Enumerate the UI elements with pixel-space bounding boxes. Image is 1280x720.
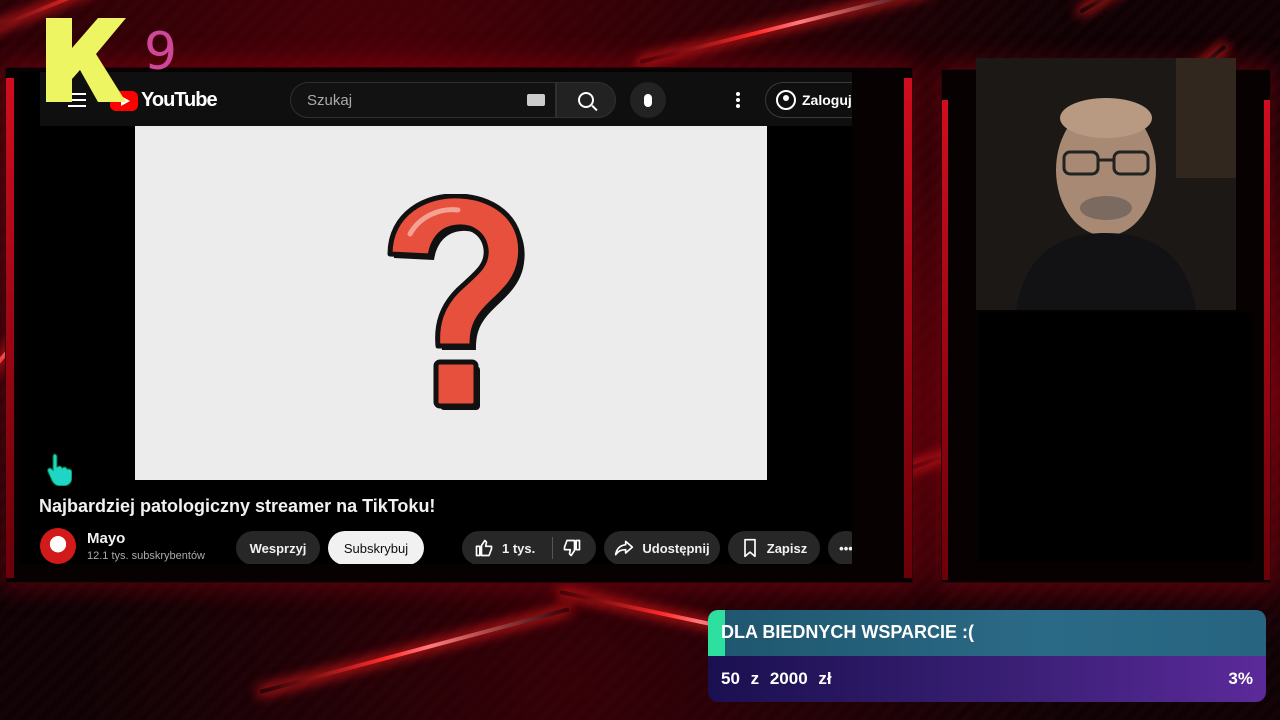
k9-logo-number: 9 [144,22,178,82]
search-box [290,82,556,118]
donation-amount: 50 z 2000 zł [721,669,832,688]
red-light-streak [259,607,570,694]
subscribe-button[interactable]: Subskrybuj [328,531,424,564]
frame-edge [942,100,948,580]
search-icon [578,92,594,108]
donation-goal-title: DLA BIEDNYCH WSPARCIE :( [721,622,974,642]
support-button[interactable]: Wesprzyj [236,531,320,564]
microphone-icon [644,93,652,107]
bookmark-icon [743,538,756,558]
like-count[interactable]: 1 tys. [502,541,535,556]
save-button[interactable]: Zapisz [728,531,820,564]
search-button[interactable] [556,82,616,118]
thumbs-up-icon[interactable] [474,538,494,558]
share-button[interactable]: Udostępnij [604,531,720,564]
account-icon [776,90,796,110]
share-icon [615,540,634,556]
signin-button[interactable]: Zaloguj się [765,82,852,118]
webcam-lower-panel [978,312,1252,562]
voice-search-button[interactable] [630,82,666,118]
subscriber-count: 12.1 tys. subskrybentów [87,550,206,562]
share-label: Udostępnij [642,540,710,556]
frame-edge [1264,100,1270,580]
channel-avatar[interactable] [40,528,76,564]
video-title[interactable]: Najbardziej patologiczny streamer na Tik… [39,496,435,517]
webcam-feed [976,58,1236,310]
frame-edge [904,78,912,578]
channel-name[interactable]: Mayo [87,530,125,547]
search-input[interactable] [307,91,517,109]
question-mark-icon [387,194,525,410]
streamer-silhouette [976,58,1236,310]
like-separator [552,537,553,559]
frame-edge [6,78,14,578]
video-bottom-bar [20,480,852,484]
donation-percent: 3% [1228,669,1253,688]
more-options-icon[interactable] [736,92,740,108]
youtube-logo-text: YouTube [141,89,218,111]
keyboard-icon[interactable] [527,94,545,106]
red-light-streak [639,0,932,64]
video-player[interactable] [135,126,767,482]
donation-goal-body: 50 z 2000 zł 3% [708,656,1266,702]
signin-label: Zaloguj się [802,92,852,108]
save-label: Zapisz [766,540,808,556]
more-actions-button[interactable]: ••• [828,531,852,564]
thumbs-down-icon[interactable] [562,538,582,558]
donation-goal-header: DLA BIEDNYCH WSPARCIE :( [708,610,1266,656]
like-dislike-group: 1 tys. [462,531,596,564]
red-light-streak [1079,0,1272,14]
youtube-window: YouTube Zaloguj się Najbardzie [20,72,852,564]
hand-cursor-icon [47,453,72,486]
k9-logo-k [46,18,126,102]
